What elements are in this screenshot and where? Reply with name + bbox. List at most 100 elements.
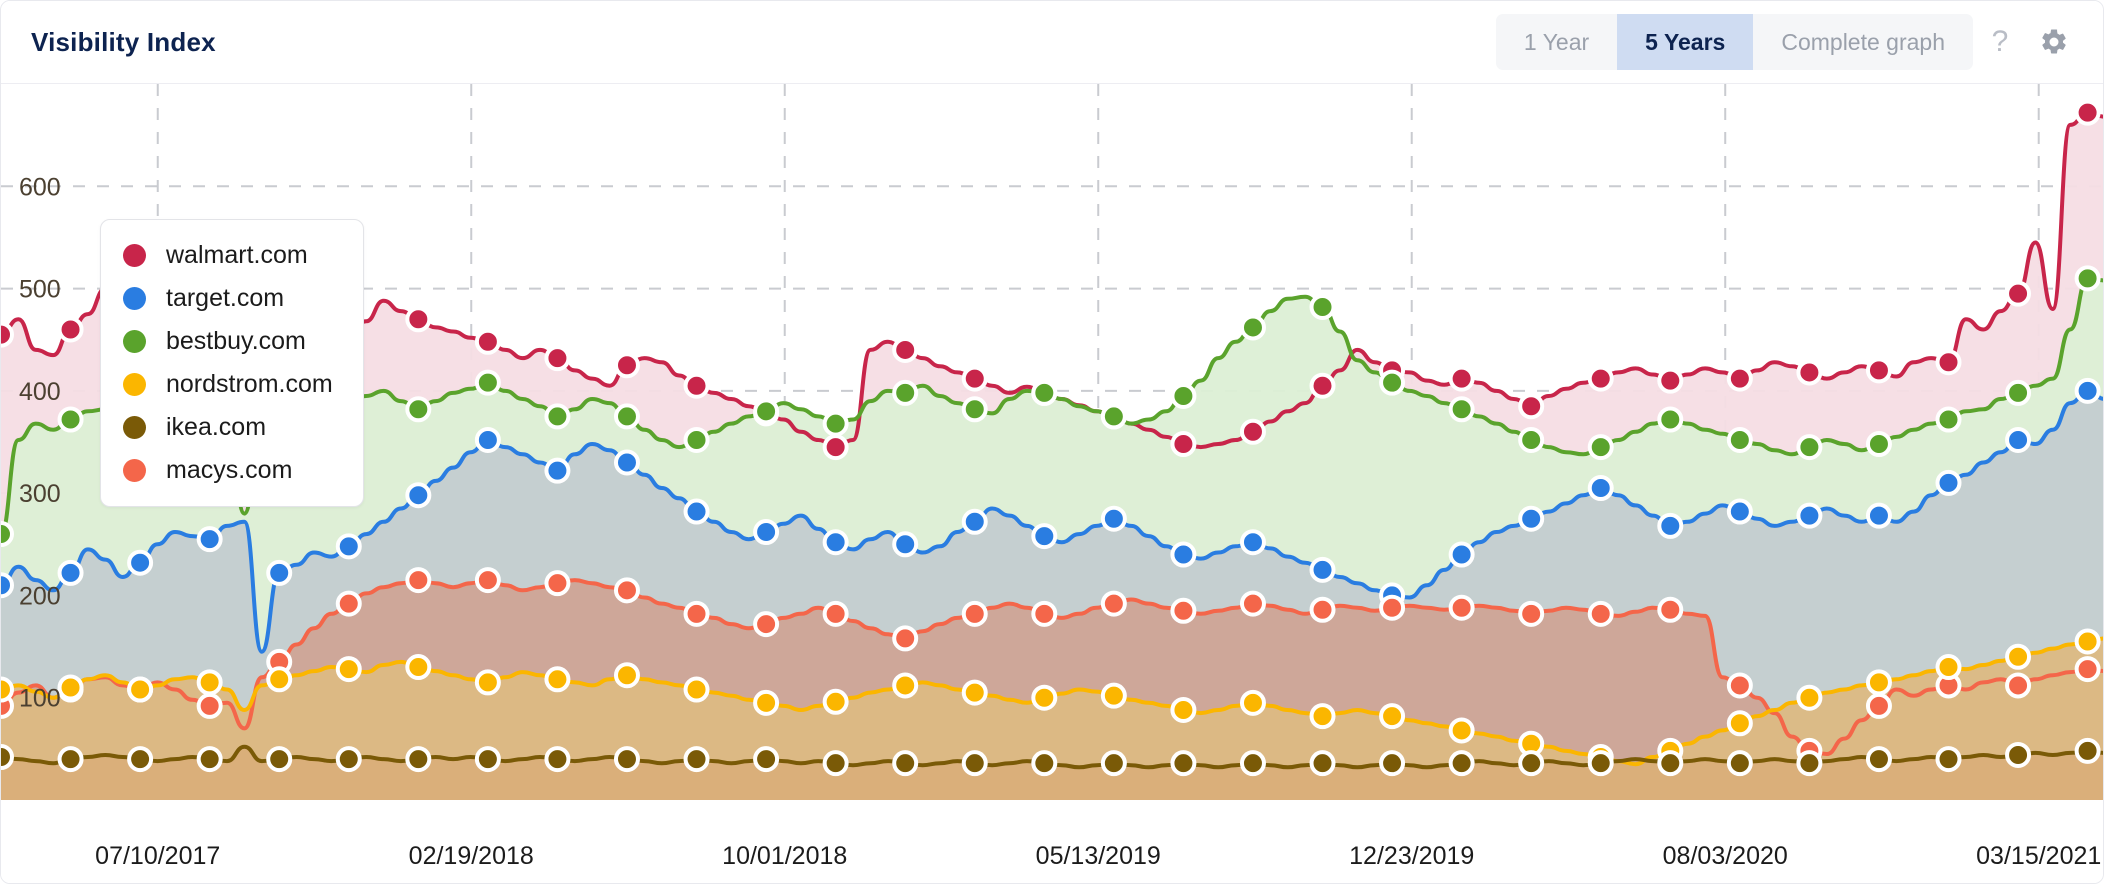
marker-bestbuy-com xyxy=(1796,434,1823,461)
legend-item-walmart[interactable]: walmart.com xyxy=(123,234,333,277)
marker-ikea-com xyxy=(196,746,223,773)
marker-bestbuy-com xyxy=(1100,403,1127,430)
marker-macys-com xyxy=(1587,600,1614,627)
marker-walmart-com xyxy=(683,372,710,399)
marker-macys-com xyxy=(1657,596,1684,623)
marker-bestbuy-com xyxy=(544,403,571,430)
y-tick-label: 100 xyxy=(19,685,61,713)
gear-icon xyxy=(2042,29,2066,54)
marker-nordstrom-com xyxy=(544,666,571,693)
marker-ikea-com xyxy=(1448,750,1475,777)
legend-item-nordstrom[interactable]: nordstrom.com xyxy=(123,363,333,406)
marker-target-com xyxy=(1031,523,1058,550)
marker-walmart-com xyxy=(544,345,571,372)
visibility-index-card: Visibility Index 1 Year 5 Years Complete… xyxy=(0,0,2104,884)
marker-macys-com xyxy=(1100,590,1127,617)
marker-ikea-com xyxy=(1865,746,1892,773)
marker-ikea-com xyxy=(1170,750,1197,777)
marker-bestbuy-com xyxy=(961,396,988,423)
legend-item-ikea[interactable]: ikea.com xyxy=(123,406,333,449)
range-button-complete-graph[interactable]: Complete graph xyxy=(1753,14,1973,70)
help-button[interactable]: ? xyxy=(1973,15,2027,69)
marker-nordstrom-com xyxy=(822,688,849,715)
marker-ikea-com xyxy=(683,746,710,773)
marker-target-com xyxy=(474,426,501,453)
legend-label-nordstrom: nordstrom.com xyxy=(166,370,333,398)
x-tick-label: 03/15/2021 xyxy=(1976,842,2101,870)
marker-macys-com xyxy=(613,577,640,604)
marker-nordstrom-com xyxy=(405,654,432,681)
marker-nordstrom-com xyxy=(1031,684,1058,711)
marker-macys-com xyxy=(196,692,223,719)
marker-nordstrom-com xyxy=(266,666,293,693)
legend-label-ikea: ikea.com xyxy=(166,413,267,441)
marker-bestbuy-com xyxy=(1309,293,1336,320)
marker-target-com xyxy=(1239,529,1266,556)
marker-walmart-com xyxy=(2074,99,2101,126)
marker-nordstrom-com xyxy=(961,679,988,706)
range-selector: 1 Year 5 Years Complete graph xyxy=(1495,14,1973,70)
marker-target-com xyxy=(1448,541,1475,568)
marker-ikea-com xyxy=(335,746,362,773)
marker-target-com xyxy=(127,549,154,576)
marker-bestbuy-com xyxy=(1031,379,1058,406)
marker-target-com xyxy=(57,559,84,586)
marker-walmart-com xyxy=(57,316,84,343)
marker-ikea-com xyxy=(405,746,432,773)
x-tick-label: 08/03/2020 xyxy=(1663,842,1788,870)
marker-walmart-com xyxy=(1309,372,1336,399)
marker-bestbuy-com xyxy=(2005,379,2032,406)
marker-target-com xyxy=(683,498,710,525)
marker-nordstrom-com xyxy=(196,669,223,696)
marker-bestbuy-com xyxy=(1,521,14,548)
marker-nordstrom-com xyxy=(1726,710,1753,737)
range-button-5-years[interactable]: 5 Years xyxy=(1617,14,1754,70)
marker-ikea-com xyxy=(1518,750,1545,777)
marker-bestbuy-com xyxy=(683,426,710,453)
chart-legend[interactable]: walmart.com target.com bestbuy.com nords… xyxy=(100,219,364,507)
marker-macys-com xyxy=(892,625,919,652)
marker-target-com xyxy=(405,482,432,509)
marker-walmart-com xyxy=(2005,280,2032,307)
legend-color-swatch-target xyxy=(123,287,146,310)
marker-target-com xyxy=(753,519,780,546)
marker-macys-com xyxy=(474,567,501,594)
marker-bestbuy-com xyxy=(1726,426,1753,453)
marker-ikea-com xyxy=(961,750,988,777)
marker-target-com xyxy=(266,559,293,586)
x-tick-label: 12/23/2019 xyxy=(1349,842,1474,870)
marker-target-com xyxy=(2074,377,2101,404)
card-header: Visibility Index 1 Year 5 Years Complete… xyxy=(1,1,2103,84)
marker-macys-com xyxy=(1239,590,1266,617)
marker-bestbuy-com xyxy=(822,410,849,437)
y-tick-label: 300 xyxy=(19,480,61,508)
marker-ikea-com xyxy=(822,750,849,777)
legend-label-bestbuy: bestbuy.com xyxy=(166,327,306,355)
marker-nordstrom-com xyxy=(1796,684,1823,711)
settings-button[interactable] xyxy=(2027,15,2081,69)
marker-bestbuy-com xyxy=(405,396,432,423)
marker-target-com xyxy=(1587,475,1614,502)
legend-label-macys: macys.com xyxy=(166,456,293,484)
marker-target-com xyxy=(1796,502,1823,529)
marker-nordstrom-com xyxy=(1309,703,1336,730)
marker-nordstrom-com xyxy=(613,662,640,689)
marker-nordstrom-com xyxy=(1379,703,1406,730)
range-button-1-year[interactable]: 1 Year xyxy=(1496,14,1617,70)
marker-ikea-com xyxy=(1796,750,1823,777)
header-controls: 1 Year 5 Years Complete graph ? xyxy=(1495,14,2081,70)
legend-item-target[interactable]: target.com xyxy=(123,277,333,320)
marker-bestbuy-com xyxy=(892,379,919,406)
marker-macys-com xyxy=(1309,596,1336,623)
marker-target-com xyxy=(1518,505,1545,532)
marker-walmart-com xyxy=(474,328,501,355)
legend-item-macys[interactable]: macys.com xyxy=(123,449,333,492)
marker-nordstrom-com xyxy=(1239,689,1266,716)
marker-ikea-com xyxy=(1,744,14,771)
marker-macys-com xyxy=(683,600,710,627)
marker-bestbuy-com xyxy=(753,398,780,425)
legend-item-bestbuy[interactable]: bestbuy.com xyxy=(123,320,333,363)
x-tick-label: 10/01/2018 xyxy=(722,842,847,870)
marker-ikea-com xyxy=(1100,750,1127,777)
marker-ikea-com xyxy=(2005,741,2032,768)
